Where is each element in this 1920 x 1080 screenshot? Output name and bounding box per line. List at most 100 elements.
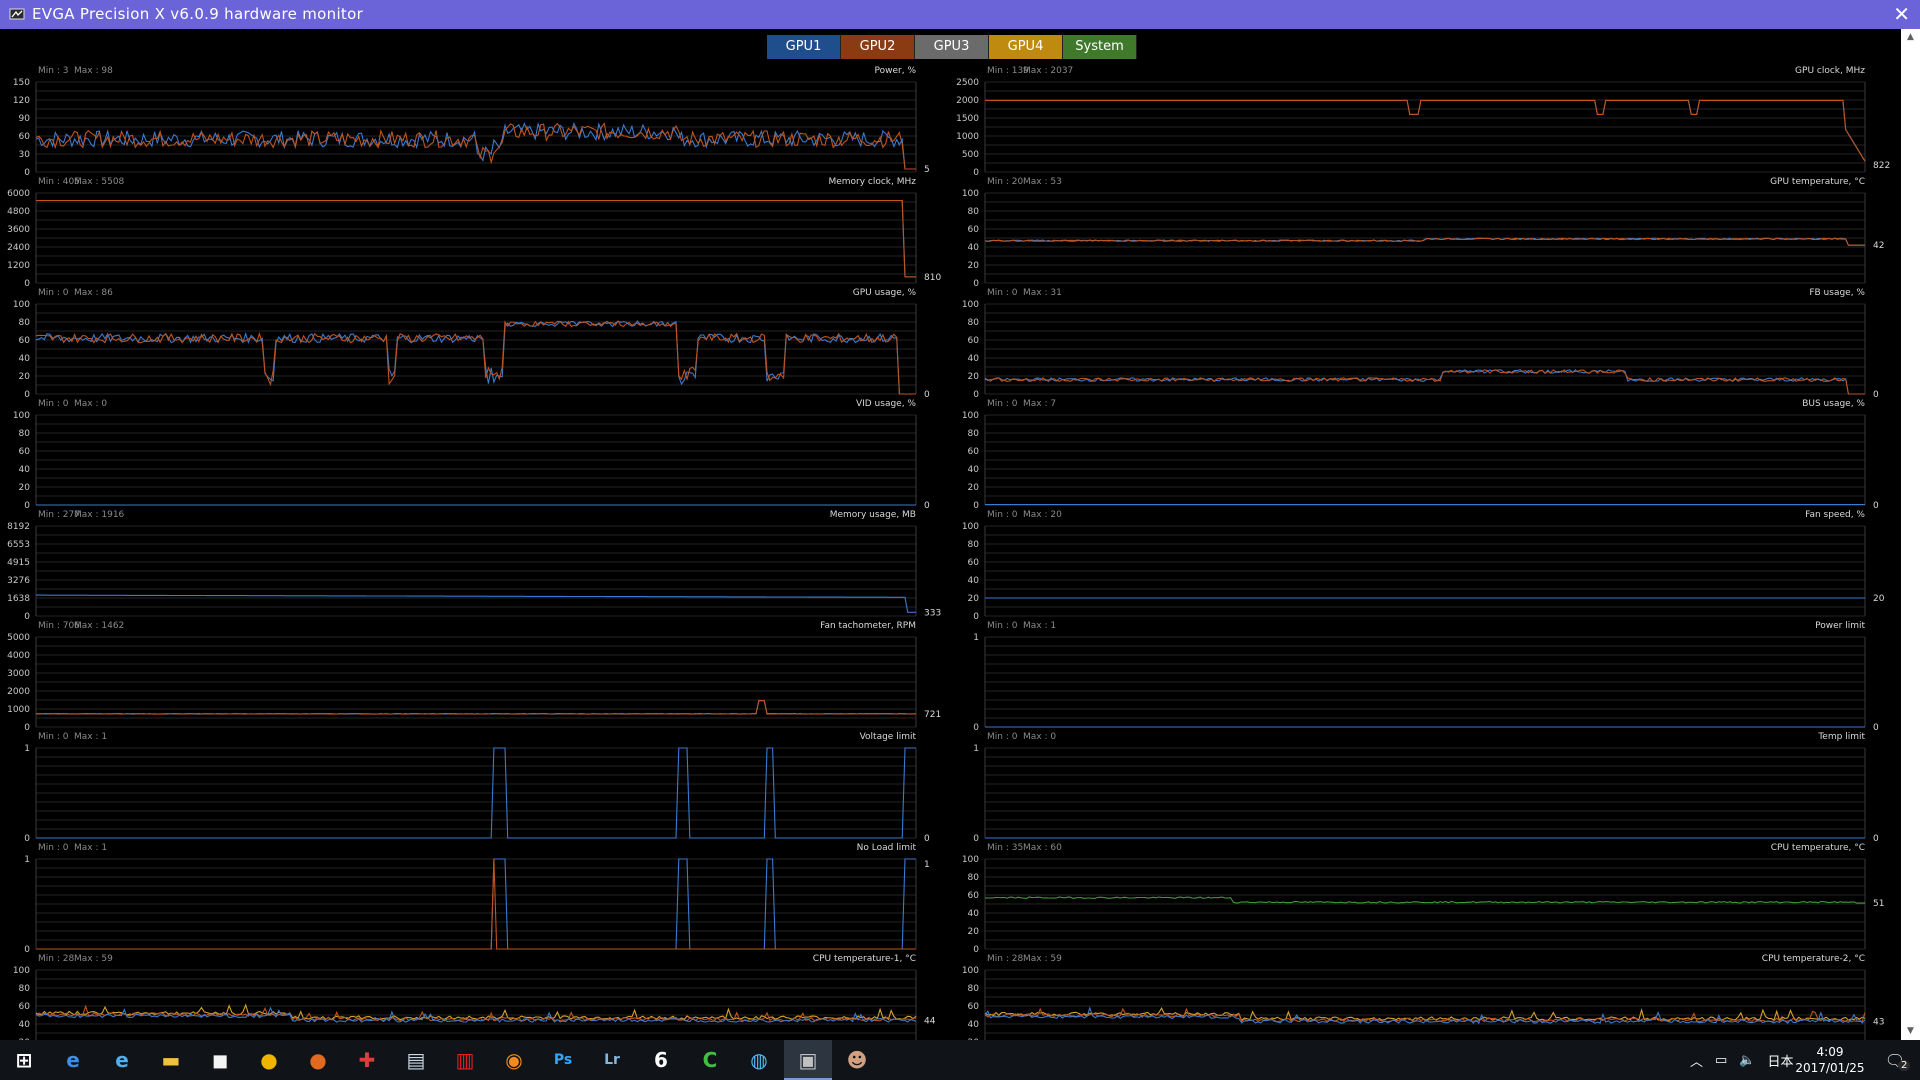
y-tick-label: 40 (19, 465, 31, 475)
action-center-button[interactable]: 🗨 2 (1870, 1040, 1920, 1080)
start-button[interactable]: ⊞ (0, 1040, 48, 1080)
graph-max-label: Max : 86 (74, 288, 113, 298)
app-icon-red[interactable]: ✚ (343, 1040, 391, 1080)
y-tick-label: 60 (968, 447, 980, 457)
series-line-gpu2 (984, 369, 1865, 395)
y-tick-label: 0 (973, 723, 979, 733)
globe-icon[interactable]: ◍ (735, 1040, 783, 1080)
app-icon-6[interactable]: 6 (637, 1040, 685, 1080)
y-tick-label: 20 (19, 372, 31, 382)
graph-min-label: Min : 0 (38, 399, 69, 409)
avatar-app-icon-glyph: ☻ (846, 1048, 868, 1072)
y-tick-label: 3000 (7, 669, 30, 679)
graph-current-value: 0 (1873, 723, 1879, 733)
start-button-glyph: ⊞ (15, 1048, 33, 1072)
y-tick-label: 0 (24, 390, 30, 400)
graph-memory-clock-mhz: Min : 405Max : 5508 Memory clock, MHz6000… (7, 177, 941, 289)
graph-max-label: Max : 5508 (74, 177, 125, 187)
y-tick-label: 0 (24, 612, 30, 622)
y-tick-label: 20 (19, 483, 31, 493)
y-tick-label: 100 (13, 300, 30, 310)
edge-icon[interactable]: e (49, 1040, 97, 1080)
camtasia-icon-glyph: C (702, 1048, 718, 1072)
y-tick-label: 0 (973, 612, 979, 622)
graph-current-value: 44 (924, 1016, 936, 1026)
graph-max-label: Max : 1462 (74, 621, 124, 631)
y-tick-label: 8192 (7, 522, 30, 532)
photoshop-icon-glyph: Ps (553, 1052, 573, 1068)
graph-current-value: 43 (1873, 1017, 1884, 1027)
graph-title: Fan speed, % (1805, 510, 1865, 520)
taskbar-clock[interactable]: 4:09 2017/01/25 (1790, 1044, 1870, 1076)
y-tick-label: 2000 (956, 96, 979, 106)
notes-icon[interactable]: ▤ (392, 1040, 440, 1080)
graph-min-label: Min : 28 (987, 954, 1023, 964)
graph-power: Min : 3 Max : 98 Power, % 150 120 90 60 30 0 5 (13, 66, 930, 178)
graph-current-value: 721 (924, 710, 941, 720)
graph-memory-usage-mb: Min : 277Max : 1916 Memory usage, MB81926… (7, 510, 941, 622)
graph-title: GPU usage, % (853, 288, 917, 298)
tray-chevron-up-icon[interactable]: ︿ (1690, 1051, 1703, 1070)
y-tick-label: 6000 (7, 189, 30, 199)
chrome-icon-glyph: ● (260, 1048, 278, 1072)
y-tick-label: 0 (24, 945, 30, 955)
graph-max-label: Max : 60 (1023, 843, 1062, 853)
series-line-gpu2 (35, 700, 917, 715)
scroll-down-arrow-icon[interactable]: ▼ (1901, 1023, 1920, 1040)
app-icon-6-glyph: 6 (654, 1048, 668, 1072)
vertical-scrollbar[interactable]: ▲ ▼ (1901, 29, 1920, 1040)
y-tick-label: 0 (24, 168, 30, 178)
close-button[interactable]: ✕ (1893, 2, 1910, 26)
graph-max-label: Max : 31 (1023, 288, 1062, 298)
y-tick-label: 60 (19, 132, 31, 142)
y-tick-label: 60 (968, 1002, 980, 1012)
windows-taskbar: ︿ ▭ 🔈 日本 4:09 2017/01/25 🗨 2 ⊞ e e ▬ ◼ ● ● ✚ ▤ ▥ ◉… (0, 1040, 1920, 1080)
volume-icon[interactable]: 🔈 (1739, 1053, 1755, 1068)
y-tick-label: 40 (968, 909, 980, 919)
chrome-icon[interactable]: ● (245, 1040, 293, 1080)
scroll-up-arrow-icon[interactable]: ▲ (1901, 29, 1920, 46)
notes-icon-glyph: ▤ (406, 1048, 426, 1072)
avatar-app-icon[interactable]: ☻ (833, 1040, 881, 1080)
y-tick-label: 0 (24, 501, 30, 511)
graph-min-label: Min : 28 (38, 954, 74, 964)
store-icon[interactable]: ◼ (196, 1040, 244, 1080)
y-tick-label: 1000 (956, 132, 979, 142)
graph-power-limit: Min : 0 Max : 1 Power limit 1 0 0 (973, 621, 1879, 733)
app-icon-red-2[interactable]: ▥ (441, 1040, 489, 1080)
precision-x-icon[interactable]: ▣ (784, 1040, 832, 1080)
y-tick-label: 1 (24, 855, 30, 865)
y-tick-label: 0 (973, 390, 979, 400)
graph-title: Fan tachometer, RPM (820, 621, 916, 631)
graph-title: GPU clock, MHz (1795, 66, 1865, 76)
y-tick-label: 100 (13, 411, 30, 421)
y-tick-label: 100 (962, 189, 979, 199)
file-explorer-icon[interactable]: ▬ (147, 1040, 195, 1080)
series-line-gpu4 (984, 1007, 1866, 1022)
graph-cpu-temperature-1-c: Min : 28 Max : 59 CPU temperature-1, °C 100… (13, 954, 936, 1040)
camera-icon[interactable]: ◉ (490, 1040, 538, 1080)
graph-max-label: Max : 59 (74, 954, 113, 964)
y-tick-label: 3276 (7, 576, 30, 586)
lightroom-icon[interactable]: Lr (588, 1040, 636, 1080)
graph-max-label: Max : 1 (74, 843, 107, 853)
firefox-icon[interactable]: ● (294, 1040, 342, 1080)
ie-icon[interactable]: e (98, 1040, 146, 1080)
graph-max-label: Max : 0 (1023, 732, 1056, 742)
window-title: EVGA Precision X v6.0.9 hardware monitor (32, 5, 364, 23)
y-tick-label: 40 (968, 576, 980, 586)
graph-title: CPU temperature, °C (1771, 843, 1865, 853)
photoshop-icon[interactable]: Ps (539, 1040, 587, 1080)
app-icon-red-2-glyph: ▥ (455, 1048, 475, 1072)
y-tick-label: 6553 (7, 540, 30, 550)
y-tick-label: 1 (973, 744, 979, 754)
y-tick-label: 60 (968, 891, 980, 901)
title-bar: EVGA Precision X v6.0.9 hardware monitor… (0, 0, 1920, 29)
y-tick-label: 4915 (7, 558, 30, 568)
graph-no-load-limit: Min : 0 Max : 1 No Load limit 1 0 1 (24, 843, 929, 955)
y-tick-label: 100 (962, 966, 979, 976)
network-icon[interactable]: ▭ (1715, 1053, 1727, 1068)
graph-max-label: Max : 98 (74, 66, 113, 76)
y-tick-label: 2000 (7, 687, 30, 697)
camtasia-icon[interactable]: C (686, 1040, 734, 1080)
